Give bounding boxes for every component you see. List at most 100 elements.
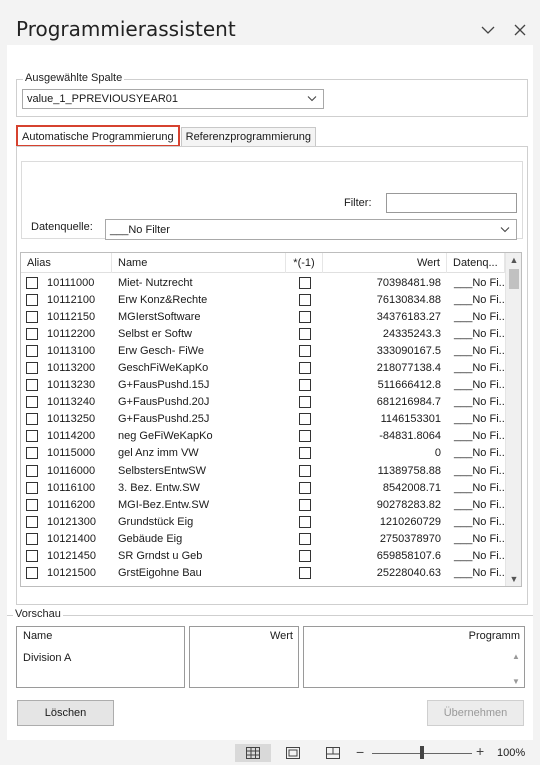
row-negate-checkbox[interactable] [298, 396, 311, 409]
apply-button[interactable]: Übernehmen [427, 700, 524, 726]
table-row[interactable]: 10111000 Miet- Nutzrecht 70398481.98 ___No … [21, 274, 505, 291]
row-negate-checkbox[interactable] [298, 310, 311, 323]
zoom-out-button[interactable]: − [356, 744, 364, 760]
chevron-down-icon[interactable] [480, 22, 496, 38]
row-select-checkbox[interactable] [26, 515, 38, 528]
member-table: Alias Name *(-1) Wert Datenq... 10111000… [20, 252, 522, 587]
normal-view-icon[interactable] [235, 744, 271, 762]
table-row[interactable]: 10113230 G+FausPushd.15J 511666412.8 ___No … [21, 377, 505, 394]
table-row[interactable]: 10115000 gel Anz imm VW 0 ___No Fi... [21, 445, 505, 462]
row-wert: 1146153301 [380, 413, 441, 426]
column-header-alias[interactable]: Alias [21, 253, 112, 273]
row-select-checkbox[interactable] [26, 344, 38, 357]
row-select-checkbox[interactable] [26, 567, 38, 580]
column-header-negate[interactable]: *(-1) [286, 253, 323, 273]
row-select-checkbox[interactable] [26, 532, 38, 545]
table-row[interactable]: 10112200 Selbst er Softw 24335243.3 ___No F… [21, 325, 505, 342]
row-select-checkbox[interactable] [26, 276, 38, 289]
row-select-checkbox[interactable] [26, 481, 38, 494]
row-alias: 10115000 [47, 447, 96, 460]
row-negate-checkbox[interactable] [298, 276, 311, 289]
row-negate-checkbox[interactable] [298, 532, 311, 545]
tab-reference-programming[interactable]: Referenzprogrammierung [180, 127, 316, 146]
row-negate-checkbox[interactable] [298, 498, 311, 511]
table-row[interactable]: 10113250 G+FausPushd.25J 1146153301 ___No F… [21, 411, 505, 428]
row-select-checkbox[interactable] [26, 464, 38, 477]
row-alias: 10114200 [47, 430, 96, 443]
table-row[interactable]: 10121500 GrstEigohne Bau 25228040.63 ___No … [21, 565, 505, 582]
preview-program-scrollbar[interactable]: ▲ ▼ [510, 652, 522, 686]
column-header-datasource[interactable]: Datenq... [447, 253, 505, 273]
scroll-up-icon[interactable]: ▲ [512, 652, 520, 661]
table-row[interactable]: 10112100 Erw Konz&Rechte 76130834.88 ___No … [21, 291, 505, 308]
row-negate-checkbox[interactable] [298, 567, 311, 580]
row-negate-checkbox[interactable] [298, 430, 311, 443]
row-negate-cell [286, 379, 323, 392]
row-select-checkbox[interactable] [26, 413, 38, 426]
table-row[interactable]: 10116200 MGI-Bez.Entw.SW 90278283.82 ___No … [21, 496, 505, 513]
preview-name-value: Division A [23, 652, 72, 664]
table-scrollbar[interactable]: ▲ ▼ [505, 253, 521, 586]
row-negate-checkbox[interactable] [298, 481, 311, 494]
row-select-checkbox[interactable] [26, 447, 38, 460]
table-row[interactable]: 10116100 3. Bez. Entw.SW 8542008.71 ___No F… [21, 479, 505, 496]
table-row[interactable]: 10121400 Gebäude Eig 2750378970 ___No Fi... [21, 530, 505, 547]
pane-title: Programmierassistent [16, 17, 236, 41]
tab-automatic-programming[interactable]: Automatische Programmierung [16, 125, 180, 147]
row-negate-checkbox[interactable] [298, 362, 311, 375]
page-layout-view-icon[interactable] [275, 744, 311, 762]
row-negate-checkbox[interactable] [298, 413, 311, 426]
row-negate-checkbox[interactable] [298, 344, 311, 357]
table-row[interactable]: 10113100 Erw Gesch- FiWe 333090167.5 ___No … [21, 342, 505, 359]
selected-column-dropdown[interactable]: value_1_PPREVIOUSYEAR01 [22, 89, 324, 109]
row-select-checkbox[interactable] [26, 430, 38, 443]
filter-input[interactable] [386, 193, 517, 213]
row-select-checkbox[interactable] [26, 362, 38, 375]
table-row[interactable]: 10112150 MGIerstSoftware 34376183.27 ___No … [21, 308, 505, 325]
row-select-checkbox[interactable] [26, 310, 38, 323]
zoom-in-button[interactable]: + [476, 743, 484, 759]
row-select-checkbox[interactable] [26, 396, 38, 409]
row-alias-cell: 10121450 [21, 550, 112, 563]
row-negate-checkbox[interactable] [298, 293, 311, 306]
row-negate-checkbox[interactable] [298, 327, 311, 340]
scroll-up-icon[interactable]: ▲ [506, 253, 521, 267]
page-break-view-icon[interactable] [315, 744, 351, 762]
preview-program-box[interactable]: Programm ▲ ▼ [303, 626, 525, 688]
row-negate-checkbox[interactable] [298, 447, 311, 460]
row-alias: 10111000 [47, 276, 95, 289]
scroll-down-icon[interactable]: ▼ [506, 572, 521, 586]
datasource-dropdown[interactable]: ___No Filter [105, 219, 517, 240]
row-select-checkbox[interactable] [26, 498, 38, 511]
row-alias-cell: 10121300 [21, 515, 112, 528]
row-select-checkbox[interactable] [26, 550, 38, 563]
row-negate-cell [286, 396, 323, 409]
row-select-checkbox[interactable] [26, 327, 38, 340]
close-icon[interactable] [512, 22, 528, 38]
filter-label: Filter: [344, 197, 372, 209]
row-alias-cell: 10113250 [21, 413, 112, 426]
table-row[interactable]: 10116000 SelbstersEntwSW 11389758.88 ___No … [21, 462, 505, 479]
row-select-checkbox[interactable] [26, 379, 38, 392]
row-alias-cell: 10121400 [21, 532, 112, 545]
row-negate-checkbox[interactable] [298, 464, 311, 477]
row-wert: 25228040.63 [376, 567, 441, 580]
table-row[interactable]: 10121450 SR Grndst u Geb 659858107.6 ___No … [21, 548, 505, 565]
row-select-checkbox[interactable] [26, 293, 38, 306]
zoom-slider-thumb[interactable] [420, 746, 424, 759]
row-wert: 24335243.3 [382, 327, 441, 340]
row-negate-checkbox[interactable] [298, 379, 311, 392]
scroll-thumb[interactable] [509, 269, 519, 289]
column-header-wert[interactable]: Wert [323, 253, 447, 273]
table-row[interactable]: 10114200 neg GeFiWeKapKo -84831.8064 ___No … [21, 428, 505, 445]
delete-button[interactable]: Löschen [17, 700, 114, 726]
row-alias-cell: 10121500 [21, 567, 112, 580]
row-alias: 10113240 [47, 396, 96, 409]
table-row[interactable]: 10113240 G+FausPushd.20J 681216984.7 ___No … [21, 394, 505, 411]
row-negate-checkbox[interactable] [298, 515, 311, 528]
column-header-name[interactable]: Name [112, 253, 286, 273]
row-negate-checkbox[interactable] [298, 550, 311, 563]
table-row[interactable]: 10113200 GeschFiWeKapKo 218077138.4 ___No F… [21, 359, 505, 376]
scroll-down-icon[interactable]: ▼ [512, 677, 520, 686]
table-row[interactable]: 10121300 Grundstück Eig 1210260729 ___No Fi… [21, 513, 505, 530]
